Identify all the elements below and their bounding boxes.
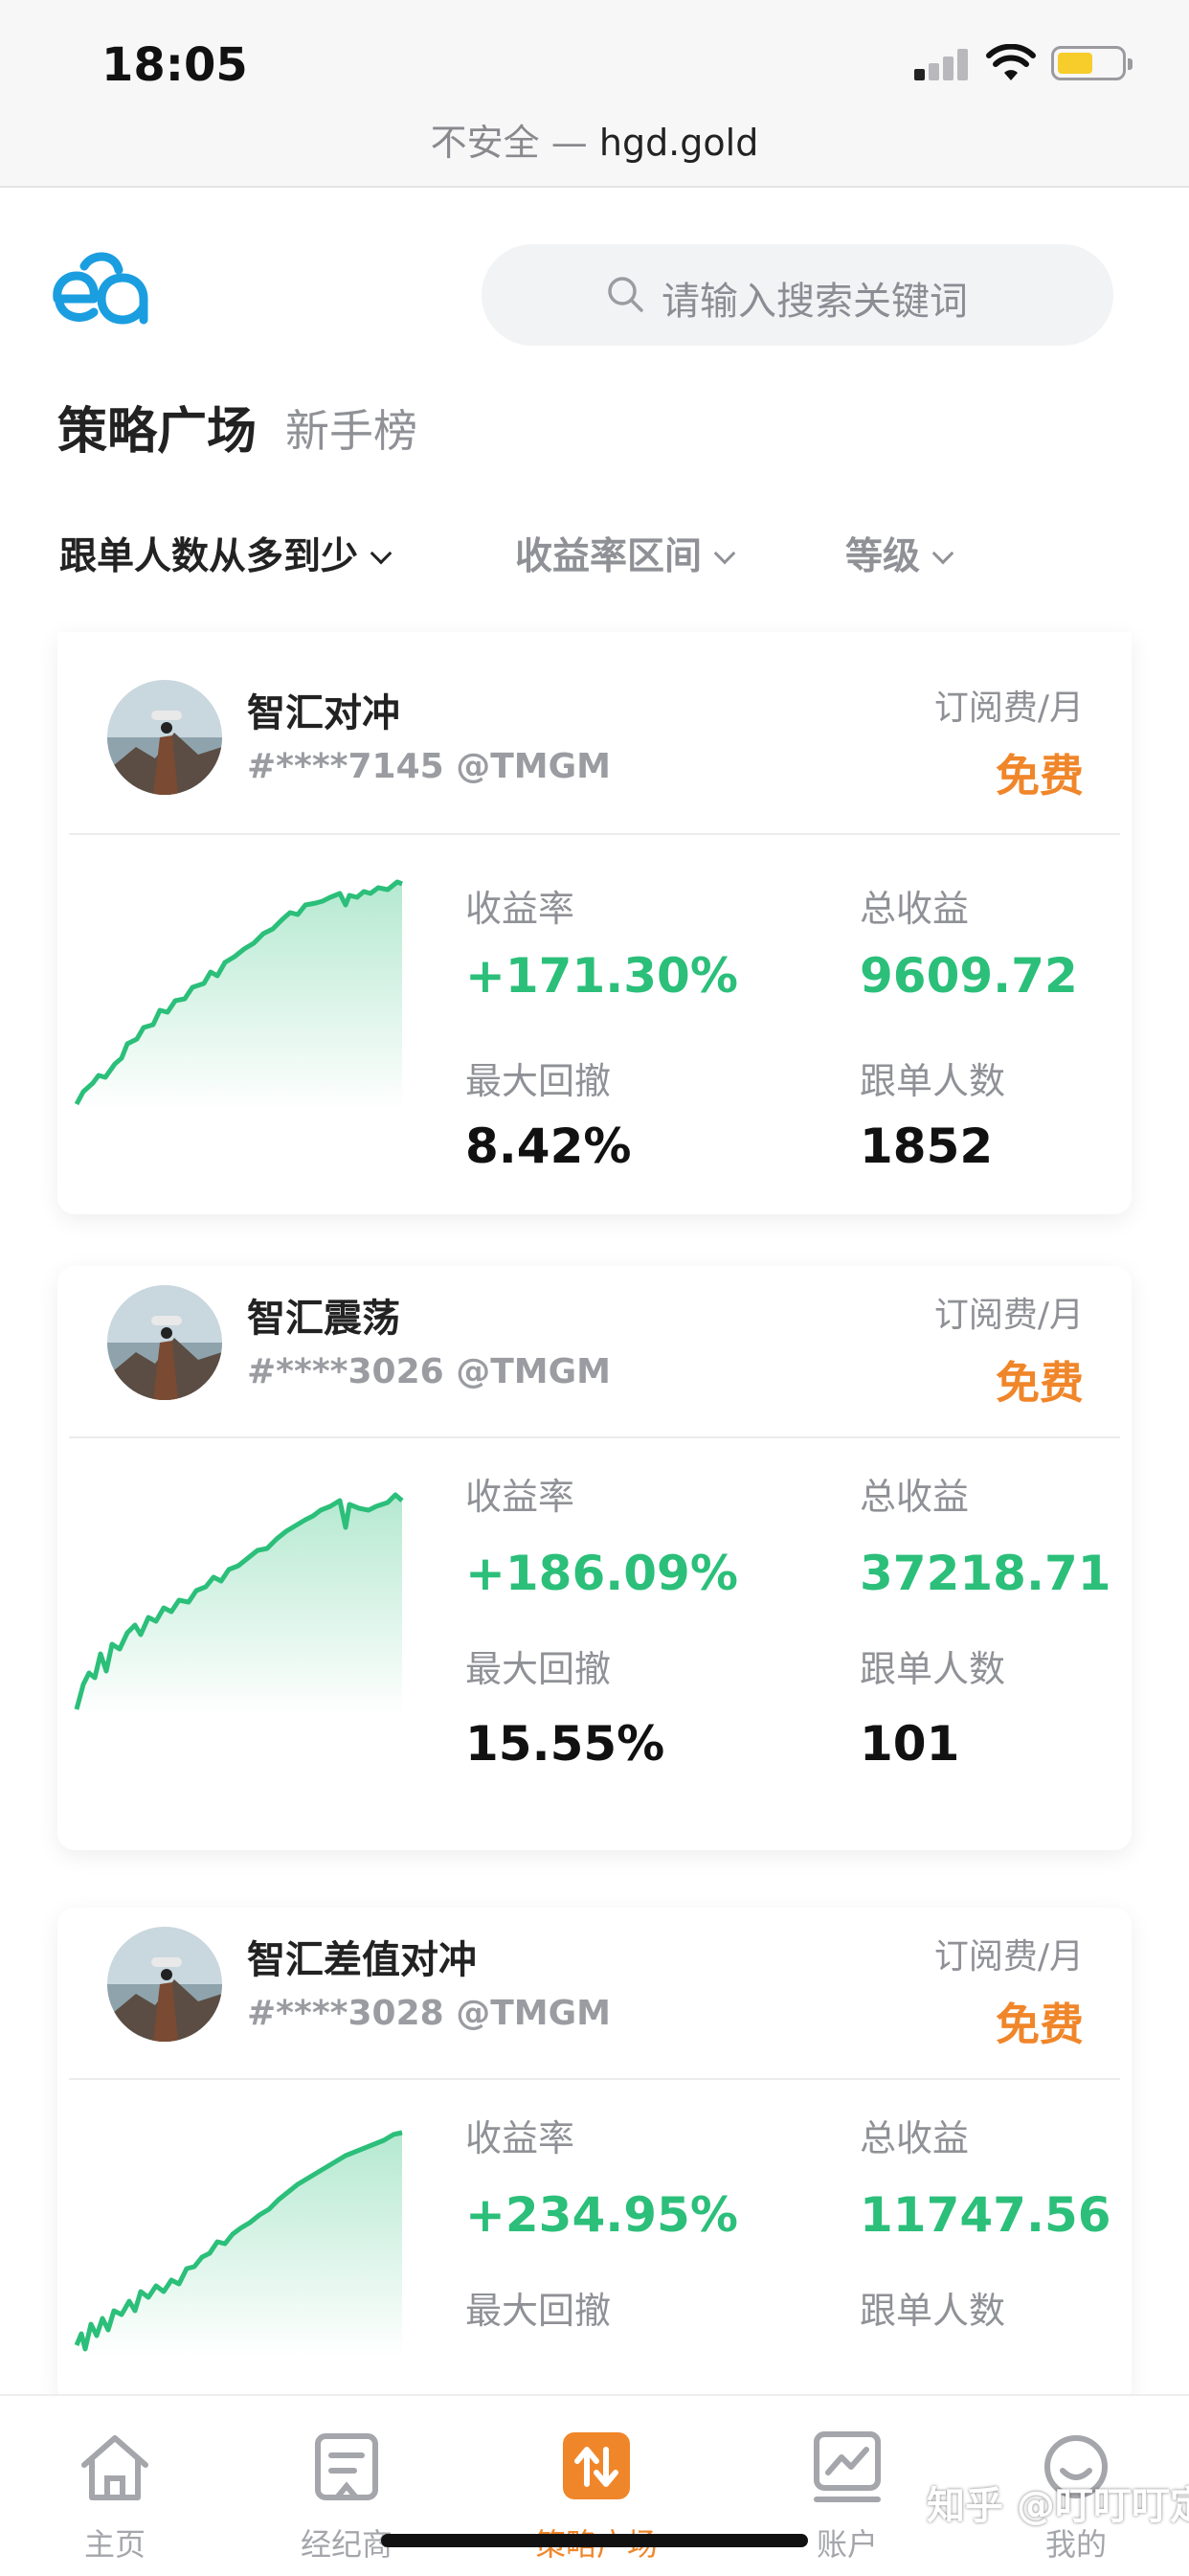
max-drawdown-label: 最大回撤 xyxy=(465,2290,612,2332)
return-value: +186.09% xyxy=(465,1546,738,1601)
search-icon xyxy=(608,277,643,312)
equity-sparkline xyxy=(74,1492,404,1716)
strategy-account-id: #****7145 @TMGM xyxy=(247,747,611,786)
total-profit-label: 总收益 xyxy=(860,888,970,930)
home-indicator[interactable] xyxy=(381,2534,808,2547)
max-drawdown-value: 8.42% xyxy=(465,1119,632,1174)
fee-value: 免费 xyxy=(996,1999,1084,2050)
swap-icon xyxy=(563,2432,630,2499)
equity-sparkline xyxy=(74,879,403,1111)
address-bar[interactable]: 不安全 — hgd.gold xyxy=(0,113,1189,166)
fee-value: 免费 xyxy=(996,750,1084,802)
strategy-card[interactable]: 智汇对冲 #****7145 @TMGM 订阅费/月 免费 收益率 +171.3… xyxy=(57,632,1132,1214)
search-placeholder: 请输入搜索关键词 xyxy=(662,280,968,324)
avatar xyxy=(107,1927,222,2042)
filter-label: 等级 xyxy=(845,535,921,578)
return-range-filter[interactable]: 收益率区间 xyxy=(515,527,736,580)
signal-icon xyxy=(914,48,970,80)
max-drawdown-label: 最大回撤 xyxy=(465,1648,612,1690)
wifi-icon xyxy=(986,44,1036,80)
tab-account[interactable]: 账户 xyxy=(771,2396,924,2576)
divider xyxy=(69,1436,1120,1438)
url-domain: hgd.gold xyxy=(598,122,759,164)
return-value: +234.95% xyxy=(465,2187,738,2243)
watermark: 知乎 @叮叮叮定 xyxy=(927,2484,1189,2528)
return-label: 收益率 xyxy=(465,2117,575,2159)
followers-label: 跟单人数 xyxy=(860,2290,1006,2332)
strategy-name: 智汇对冲 xyxy=(247,691,400,735)
tab-strategy-square[interactable]: 策略广场 xyxy=(57,391,257,463)
max-drawdown-label: 最大回撤 xyxy=(465,1060,612,1102)
divider xyxy=(69,2078,1120,2080)
strategy-card[interactable]: 智汇震荡 #****3026 @TMGM 订阅费/月 免费 收益率 +186.0… xyxy=(57,1266,1132,1850)
fee-label: 订阅费/月 xyxy=(933,1937,1084,1977)
level-filter[interactable]: 等级 xyxy=(845,527,954,580)
fee-value: 免费 xyxy=(996,1357,1084,1409)
followers-label: 跟单人数 xyxy=(860,1060,1006,1102)
broker-icon xyxy=(315,2433,378,2500)
chart-icon xyxy=(814,2431,881,2502)
total-profit-label: 总收益 xyxy=(860,2117,970,2159)
tab-newcomer-ranking[interactable]: 新手榜 xyxy=(285,396,417,460)
filter-label: 跟单人数从多到少 xyxy=(59,535,359,578)
total-profit-value: 37218.71 xyxy=(860,1546,1111,1601)
fee-label: 订阅费/月 xyxy=(933,689,1084,728)
tab-strategy-square[interactable]: 策略广场 xyxy=(520,2396,673,2576)
strategy-name: 智汇差值对冲 xyxy=(247,1938,477,1982)
return-label: 收益率 xyxy=(465,888,575,930)
tab-broker[interactable]: 经纪商 xyxy=(270,2396,423,2576)
strategy-card[interactable]: 智汇差值对冲 #****3028 @TMGM 订阅费/月 免费 收益率 +234… xyxy=(57,1908,1132,2406)
tab-home[interactable]: 主页 xyxy=(38,2396,191,2576)
followers-value: 101 xyxy=(860,1716,960,1772)
tab-label: 主页 xyxy=(83,2526,146,2563)
strategy-account-id: #****3028 @TMGM xyxy=(247,1994,611,2033)
insecure-label: 不安全 — xyxy=(430,122,588,164)
sort-followers-filter[interactable]: 跟单人数从多到少 xyxy=(59,527,393,580)
followers-value: 1852 xyxy=(860,1119,994,1174)
filter-label: 收益率区间 xyxy=(515,535,703,578)
return-value: +171.30% xyxy=(465,948,738,1004)
fee-label: 订阅费/月 xyxy=(933,1296,1084,1335)
divider xyxy=(69,833,1120,835)
avatar xyxy=(107,1285,222,1400)
chevron-down-icon xyxy=(370,542,393,565)
home-icon xyxy=(81,2435,148,2500)
strategy-account-id: #****3026 @TMGM xyxy=(247,1352,611,1391)
chevron-down-icon xyxy=(931,542,954,565)
return-label: 收益率 xyxy=(465,1476,575,1518)
filter-bar: 跟单人数从多到少 收益率区间 等级 xyxy=(0,527,1189,603)
avatar xyxy=(107,680,222,795)
chevron-down-icon xyxy=(713,542,736,565)
equity-sparkline xyxy=(74,2130,403,2358)
browser-status-bar: 18:05 不安全 — hgd.gold xyxy=(0,0,1189,188)
total-profit-label: 总收益 xyxy=(860,1476,970,1518)
page-header: 请输入搜索关键词 策略广场 新手榜 跟单人数从多到少 收益率区间 等级 xyxy=(0,190,1189,688)
total-profit-value: 9609.72 xyxy=(860,948,1078,1004)
search-input[interactable]: 请输入搜索关键词 xyxy=(482,244,1113,346)
battery-icon xyxy=(1051,46,1133,80)
max-drawdown-value: 15.55% xyxy=(465,1716,665,1772)
clock: 18:05 xyxy=(101,38,248,92)
followers-label: 跟单人数 xyxy=(860,1648,1006,1690)
ea-logo-icon[interactable] xyxy=(48,249,153,329)
total-profit-value: 11747.56 xyxy=(860,2187,1111,2243)
strategy-name: 智汇震荡 xyxy=(247,1297,400,1341)
